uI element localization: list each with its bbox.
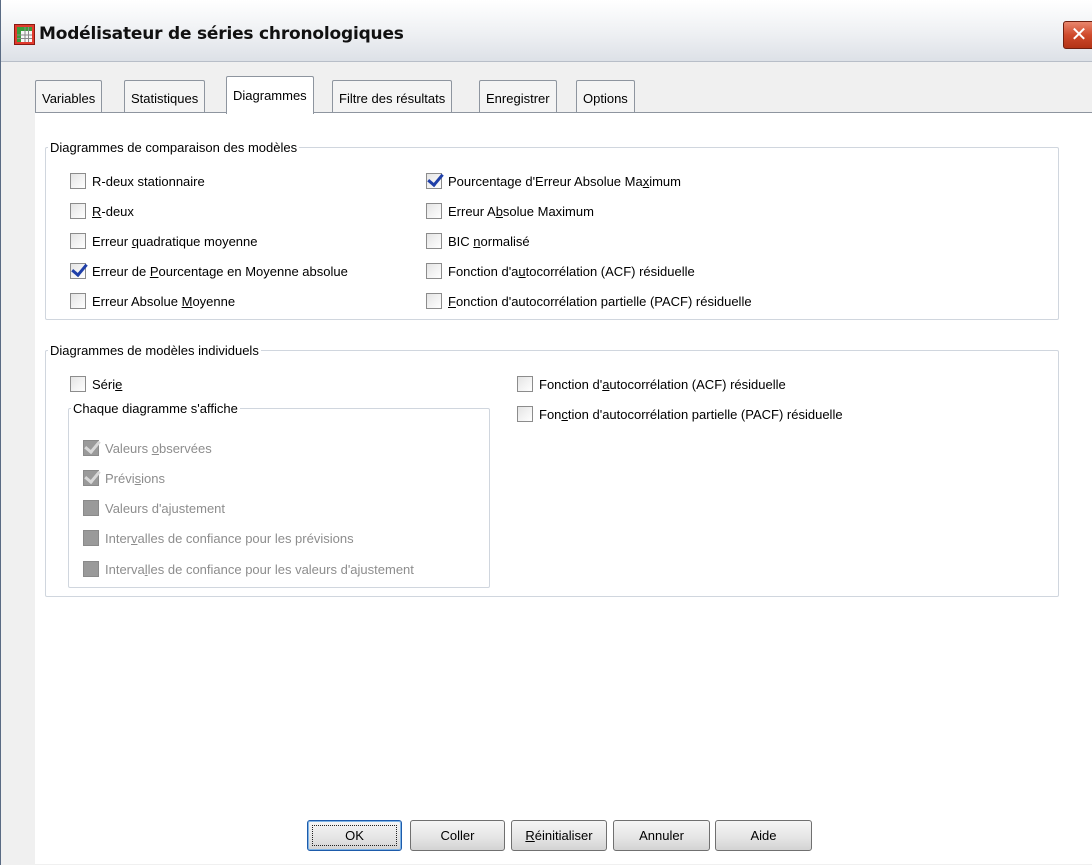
checkbox-label: Fonction d'autocorrélation (ACF) résidue… — [539, 376, 786, 392]
checkbox-box[interactable] — [70, 203, 86, 219]
focus-rectangle — [312, 825, 397, 846]
checkbox-label: Série — [92, 376, 123, 392]
checkbox-erreur-absolue-maximum[interactable]: Erreur Absolue Maximum — [426, 201, 594, 221]
individual-plots-legend: Diagrammes de modèles individuels — [50, 343, 259, 358]
paste-button[interactable]: Coller — [410, 820, 505, 851]
help-button[interactable]: Aide — [715, 820, 812, 851]
checkbox-valeurs-ajustement[interactable]: Valeurs d'ajustement — [83, 498, 225, 518]
tab-statistiques[interactable]: Statistiques — [124, 80, 206, 113]
close-icon: ✕ — [1070, 22, 1088, 46]
checkbox-label: Fonction d'autocorrélation partielle (PA… — [448, 293, 752, 309]
checkbox-box[interactable] — [70, 173, 86, 189]
help-button-label: Aide — [750, 828, 777, 843]
title-bar[interactable]: Modélisateur de séries chronologiques ✕ — [1, 0, 1092, 62]
checkbox-label: Erreur Absolue Moyenne — [92, 293, 236, 309]
diagrammes-panel: Diagrammes de comparaison des modèles R-… — [35, 112, 1092, 864]
spreadsheet-app-icon — [14, 24, 35, 45]
checkbox-box[interactable] — [70, 293, 86, 309]
checkbox-box[interactable] — [517, 376, 533, 392]
checkbox-erreur-pourcentage-moyenne-absolue[interactable]: Erreur de Pourcentage en Moyenne absolue — [70, 261, 348, 281]
comparison-plots-legend: Diagrammes de comparaison des modèles — [50, 140, 298, 155]
checkbox-erreur-quadratique-moyenne[interactable]: Erreur quadratique moyenne — [70, 231, 258, 251]
checkbox-label: Intervalles de confiance pour les prévis… — [105, 530, 354, 546]
cancel-button[interactable]: Annuler — [613, 820, 710, 851]
checkbox-box[interactable] — [426, 203, 442, 219]
checkbox-box-checked[interactable] — [70, 263, 86, 279]
checkbox-pacf-residuelle[interactable]: Fonction d'autocorrélation partielle (PA… — [426, 291, 752, 311]
checkbox-box-disabled[interactable] — [83, 561, 99, 577]
checkbox-individual-acf-residuelle[interactable]: Fonction d'autocorrélation (ACF) résidue… — [517, 374, 786, 394]
checkbox-label: R-deux — [92, 203, 134, 219]
checkbox-r-deux-stationnaire[interactable]: R-deux stationnaire — [70, 171, 205, 191]
window-title: Modélisateur de séries chronologiques — [39, 24, 404, 44]
checkbox-label: Pourcentage d'Erreur Absolue Maximum — [448, 173, 681, 189]
checkbox-intervalles-valeurs-ajustement[interactable]: Intervalles de confiance pour les valeur… — [83, 559, 414, 579]
reset-button-label: Réinitialiser — [525, 828, 593, 843]
checkbox-label: Fonction d'autocorrélation partielle (PA… — [539, 406, 843, 422]
checkbox-label: Fonction d'autocorrélation (ACF) résidue… — [448, 263, 695, 279]
checkbox-r-deux[interactable]: R-deux — [70, 201, 134, 221]
checkbox-label: Intervalles de confiance pour les valeur… — [105, 561, 414, 577]
checkbox-valeurs-observees[interactable]: Valeurs observées — [83, 438, 212, 458]
checkbox-box[interactable] — [70, 376, 86, 392]
ok-button[interactable]: OK — [307, 820, 402, 851]
checkbox-label: BIC normalisé — [448, 233, 530, 249]
checkbox-label: Erreur de Pourcentage en Moyenne absolue — [92, 263, 348, 279]
checkbox-box-disabled[interactable] — [83, 530, 99, 546]
checkbox-box-checked[interactable] — [426, 173, 442, 189]
checkbox-pourcentage-erreur-absolue-maximum[interactable]: Pourcentage d'Erreur Absolue Maximum — [426, 171, 681, 191]
checkbox-intervalles-previsions[interactable]: Intervalles de confiance pour les prévis… — [83, 528, 354, 548]
checkbox-erreur-absolue-moyenne[interactable]: Erreur Absolue Moyenne — [70, 291, 235, 311]
tab-variables[interactable]: Variables — [35, 80, 103, 113]
reset-button[interactable]: Réinitialiser — [511, 820, 607, 851]
checkbox-label: Erreur Absolue Maximum — [448, 203, 594, 219]
checkbox-box[interactable] — [426, 263, 442, 279]
checkbox-bic-normalise[interactable]: BIC normalisé — [426, 231, 530, 251]
checkbox-box[interactable] — [70, 233, 86, 249]
paste-button-label: Coller — [440, 828, 475, 843]
checkbox-label: Erreur quadratique moyenne — [92, 233, 258, 249]
checkbox-label: Valeurs observées — [105, 440, 212, 456]
checkbox-label: R-deux stationnaire — [92, 173, 205, 189]
checkbox-acf-residuelle[interactable]: Fonction d'autocorrélation (ACF) résidue… — [426, 261, 695, 281]
checkbox-individual-pacf-residuelle[interactable]: Fonction d'autocorrélation partielle (PA… — [517, 404, 843, 424]
checkbox-box[interactable] — [426, 233, 442, 249]
each-plot-displays-legend: Chaque diagramme s'affiche — [73, 401, 238, 416]
checkbox-box[interactable] — [517, 406, 533, 422]
checkbox-serie[interactable]: Série — [70, 374, 122, 394]
tab-enregistrer[interactable]: Enregistrer — [479, 80, 557, 113]
checkbox-label: Prévisions — [105, 470, 165, 486]
checkbox-label: Valeurs d'ajustement — [105, 500, 226, 516]
checkbox-box[interactable] — [426, 293, 442, 309]
tab-diagrammes[interactable]: Diagrammes — [226, 76, 314, 114]
tab-options[interactable]: Options — [576, 80, 635, 113]
checkbox-box-disabled-checked[interactable] — [83, 470, 99, 486]
dialog-window: Modélisateur de séries chronologiques ✕ … — [0, 0, 1092, 865]
checkbox-box-disabled-checked[interactable] — [83, 440, 99, 456]
checkbox-previsions[interactable]: Prévisions — [83, 468, 165, 488]
checkbox-box-disabled[interactable] — [83, 500, 99, 516]
tab-filtre-des-resultats[interactable]: Filtre des résultats — [332, 80, 453, 113]
cancel-button-label: Annuler — [639, 828, 684, 843]
close-button[interactable]: ✕ — [1063, 21, 1092, 49]
